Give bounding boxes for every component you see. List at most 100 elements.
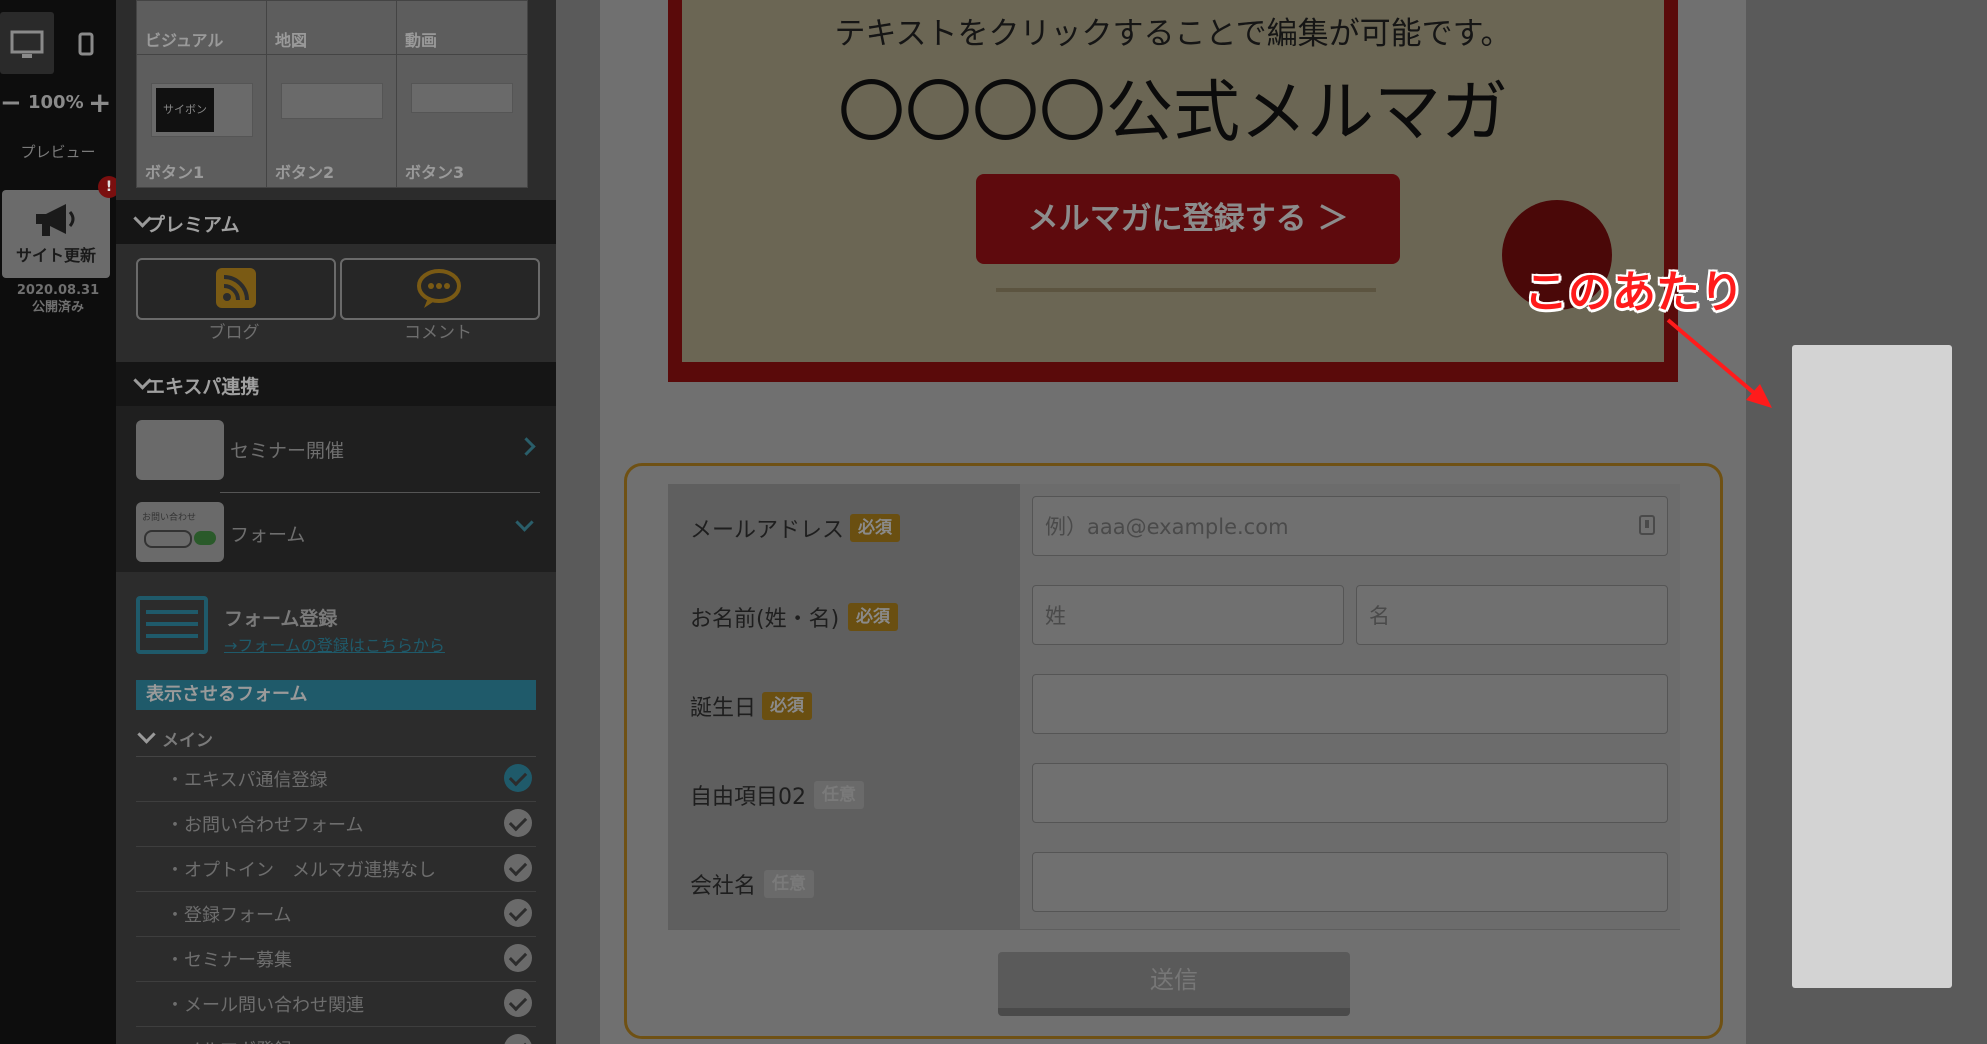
comment-button[interactable] [340, 258, 540, 320]
form-input-cell: 例）aaa@example.com [1020, 484, 1680, 573]
contact-card-icon [1639, 515, 1655, 535]
form-thumb-text: お問い合わせ [142, 513, 197, 523]
form-thumb-button [194, 531, 216, 545]
part-label: 地図 [275, 31, 308, 50]
part-visual[interactable]: ビジュアル [136, 0, 268, 56]
form-list-item[interactable]: ・お問い合わせフォーム [136, 801, 536, 847]
part-button3[interactable]: ボタン3 [396, 54, 528, 188]
form-item[interactable]: フォーム [230, 520, 305, 547]
form-register-title: フォーム登録 [224, 608, 338, 630]
form-list-label: ・セミナー募集 [166, 950, 292, 971]
banner-title[interactable]: 〇〇〇〇公式メルマガ [682, 58, 1664, 155]
zoom-out-button[interactable]: − [0, 88, 22, 118]
comment-label: コメント [404, 323, 472, 343]
field-label: 自由項目02 [690, 785, 806, 810]
part-map[interactable]: 地図 [266, 0, 398, 56]
form-list-item[interactable]: ・エキスパ通信登録 [136, 756, 536, 802]
banner-paper: テキストをクリックすることで編集が可能です。 〇〇〇〇公式メルマガ メルマガに登… [682, 0, 1664, 362]
form-row-name: お名前(姓・名) 必須 姓 名 [668, 573, 1680, 663]
divider [220, 492, 540, 493]
part-thumb [281, 83, 383, 119]
preview-button[interactable]: プレビュー [0, 141, 116, 162]
first-name-input[interactable]: 名 [1356, 585, 1668, 645]
hero-banner[interactable]: テキストをクリックすることで編集が可能です。 〇〇〇〇公式メルマガ メルマガに登… [668, 0, 1678, 382]
seminar-thumb [136, 420, 224, 480]
form-label-cell: 自由項目02 任意 [668, 751, 1021, 840]
form-label-cell: お名前(姓・名) 必須 [668, 573, 1021, 662]
site-update-label: サイト更新 [15, 246, 96, 265]
form-thumb: お問い合わせ [136, 502, 224, 562]
form-list-item[interactable]: ・登録フォーム [136, 891, 536, 937]
form-list-item[interactable]: ・オプトイン メルマガ連携なし [136, 846, 536, 892]
part-label: ビジュアル [145, 31, 224, 50]
section-title: エキスパ連携 [146, 376, 260, 398]
form-list-item[interactable]: ・セミナー募集 [136, 936, 536, 982]
group-title: メイン [162, 731, 213, 751]
newsletter-register-button[interactable]: メルマガに登録する ＞ [976, 174, 1400, 264]
form-row-free02: 自由項目02 任意 [668, 751, 1680, 841]
form-list-item[interactable]: ・メルマガ登録 [136, 1026, 536, 1044]
form-input-cell [1020, 840, 1680, 929]
group-main[interactable]: メイン [136, 722, 536, 757]
check-icon [504, 899, 532, 927]
part-label: ボタン3 [405, 163, 465, 182]
part-video[interactable]: 動画 [396, 0, 528, 56]
submit-button[interactable]: 送信 [998, 952, 1350, 1016]
highlight-panel [1792, 345, 1952, 988]
chevron-right-icon [517, 437, 536, 456]
zoom-level: 100% [28, 92, 84, 113]
check-icon [504, 854, 532, 882]
blog-label: ブログ [208, 323, 260, 343]
form-row-birthday: 誕生日 必須 [668, 662, 1680, 752]
ornament-divider [996, 288, 1376, 292]
field-label: 誕生日 [690, 696, 757, 721]
desktop-view-button[interactable] [0, 12, 54, 74]
check-icon [504, 1034, 532, 1044]
form-list-label: ・メルマガ登録 [166, 1036, 292, 1044]
form-label-cell: 会社名 任意 [668, 840, 1021, 929]
field-label: 会社名 [690, 874, 757, 899]
seminar-item[interactable]: セミナー開催 [230, 436, 344, 463]
publish-date: 2020.08.31 [16, 283, 100, 298]
zoom-in-button[interactable]: + [88, 86, 111, 119]
zoom-control: − 100% + [0, 86, 116, 122]
blog-button[interactable] [136, 258, 336, 320]
email-input[interactable]: 例）aaa@example.com [1032, 496, 1668, 556]
optional-badge: 任意 [764, 870, 814, 898]
required-badge: 必須 [762, 692, 812, 720]
section-premium[interactable]: プレミアム [116, 200, 556, 244]
company-input[interactable] [1032, 852, 1668, 912]
required-badge: 必須 [848, 603, 898, 631]
left-rail: − 100% + プレビュー サイト更新 ! 2020.08.31 公開済み [0, 0, 120, 1044]
rss-icon [216, 268, 256, 308]
mobile-view-button[interactable] [64, 12, 108, 74]
desktop-icon [10, 30, 44, 58]
annotation-text: このあたり [1524, 267, 1744, 318]
form-input-cell [1020, 662, 1680, 751]
form-thumb-field [144, 530, 192, 548]
form-list-icon [136, 596, 208, 654]
banner-subtitle[interactable]: テキストをクリックすることで編集が可能です。 [682, 8, 1664, 53]
publish-status: 公開済み [31, 300, 84, 315]
check-icon [504, 809, 532, 837]
form-row-email: メールアドレス 必須 例）aaa@example.com [668, 484, 1680, 574]
part-button1[interactable]: サイボン ボタン1 [136, 54, 268, 188]
megaphone-icon [36, 204, 75, 236]
section-expa[interactable]: エキスパ連携 [116, 362, 556, 406]
birthday-input[interactable] [1032, 674, 1668, 734]
free-field-input[interactable] [1032, 763, 1668, 823]
part-label: ボタン2 [275, 163, 335, 182]
last-name-input[interactable]: 姓 [1032, 585, 1344, 645]
site-update-button[interactable]: サイト更新 [2, 190, 110, 278]
thumb-image: サイボン [156, 88, 214, 132]
display-form-bar: 表示させるフォーム [136, 680, 536, 710]
form-register-link[interactable]: →フォームの登録はこちらから [224, 632, 445, 656]
part-button2[interactable]: ボタン2 [266, 54, 398, 188]
required-badge: 必須 [850, 514, 900, 542]
mobile-icon [78, 32, 94, 56]
form-list-item[interactable]: ・メール問い合わせ関連 [136, 981, 536, 1027]
part-thumb [411, 83, 513, 113]
form-list-label: ・お問い合わせフォーム [166, 815, 364, 836]
form-label-cell: メールアドレス 必須 [668, 484, 1021, 573]
section-title: プレミアム [146, 214, 240, 236]
